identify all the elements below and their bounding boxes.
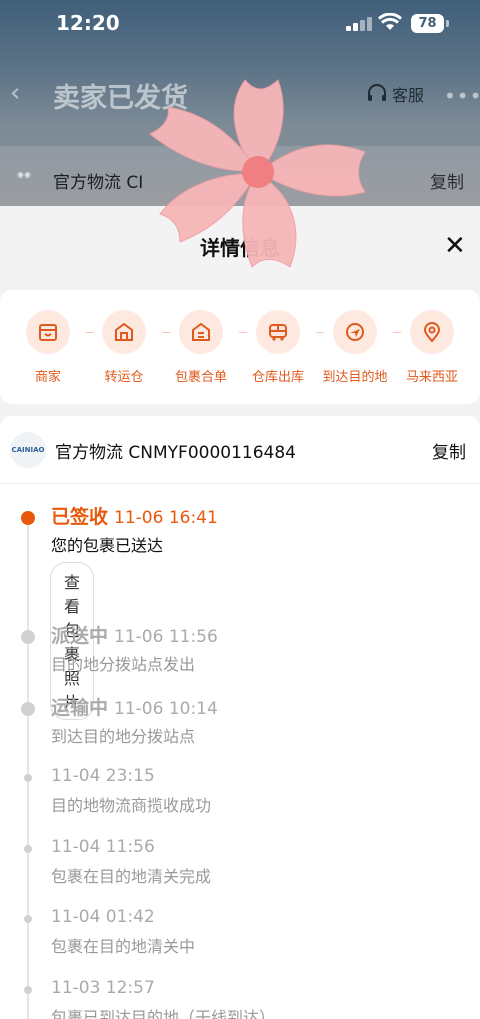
copy-button[interactable]: 复制 — [432, 438, 466, 463]
event-description: 您的包裹已送达 — [51, 536, 164, 555]
event-time: 11-06 10:14 — [114, 699, 218, 719]
timeline-dot — [24, 986, 32, 994]
plane-icon — [333, 310, 377, 354]
event-status: 已签收 — [51, 506, 109, 528]
event-description: 包裹在目的地清关中 — [51, 937, 196, 956]
flower-sticker-overlay — [149, 79, 366, 268]
more-icon[interactable]: ••• — [444, 84, 480, 108]
status-time: 12:20 — [56, 11, 120, 35]
background-card-title: 官方物流 CI — [53, 173, 144, 193]
route-label: 马来西亚 — [405, 370, 458, 385]
timeline-dot — [24, 774, 32, 782]
event-description: 包裹已到达目的地（干线到达） — [51, 1008, 276, 1019]
event-time: 11-06 16:41 — [114, 508, 218, 528]
carrier-logo-icon: ◉◉ — [17, 170, 31, 179]
truck-icon — [256, 310, 300, 354]
route-label: 到达目的地 — [322, 370, 388, 385]
event-status: 运输中 — [51, 697, 109, 719]
route-label: 转运仓 — [104, 370, 144, 385]
timeline-dot-active — [21, 511, 35, 525]
timeline-dot — [21, 630, 35, 644]
event-description: 包裹在目的地清关完成 — [51, 867, 212, 886]
timeline-dot — [24, 915, 32, 923]
route-node-transit-warehouse: 转运仓 — [84, 310, 164, 385]
event-description: 目的地物流商揽收成功 — [51, 796, 212, 815]
timeline-dot — [24, 845, 32, 853]
route-node-destination: 到达目的地 — [315, 310, 395, 385]
location-pin-icon — [410, 310, 454, 354]
route-node-merchant: 商家 — [8, 310, 88, 385]
customer-service-label: 客服 — [392, 86, 425, 105]
event-time: 11-04 23:15 — [51, 766, 155, 786]
timeline-dot — [21, 702, 35, 716]
carrier-row: CAINIAO 官方物流 CNMYF0000116484 复制 — [0, 416, 480, 484]
route-node-malaysia: 马来西亚 — [392, 310, 472, 385]
background-copy-button: 复制 — [430, 173, 464, 193]
warehouse-icon — [102, 310, 146, 354]
battery-indicator: 78 — [411, 14, 444, 33]
battery-cap — [446, 20, 449, 27]
wifi-icon — [378, 13, 402, 30]
event-status: 派送中 — [51, 625, 109, 647]
event-description: 到达目的地分拨站点 — [51, 727, 196, 746]
event-description: 目的地分拨站点发出 — [51, 655, 196, 674]
route-node-consolidation: 包裹合单 — [161, 310, 241, 385]
route-label: 仓库出库 — [251, 370, 304, 385]
close-icon[interactable]: ✕ — [444, 232, 466, 260]
store-icon — [26, 310, 70, 354]
event-time: 11-06 11:56 — [114, 627, 218, 647]
event-time: 11-04 11:56 — [51, 837, 155, 857]
detail-bottom-sheet: 详情信息 ✕ 商家 转运仓 包裹合单 仓库出库 到达目的地 马来西亚 CAINI… — [0, 206, 480, 1019]
event-time: 11-03 12:57 — [51, 978, 155, 998]
route-label: 包裹合单 — [174, 370, 227, 385]
tracking-card: CAINIAO 官方物流 CNMYF0000116484 复制 已签收 11-06… — [0, 416, 480, 1019]
warehouse-icon — [179, 310, 223, 354]
route-node-outbound: 仓库出库 — [238, 310, 318, 385]
route-label: 商家 — [34, 370, 61, 385]
tracking-number: 官方物流 CNMYF0000116484 — [55, 443, 296, 463]
timeline-line — [27, 516, 29, 1019]
chevron-left-icon[interactable]: ‹ — [10, 78, 20, 108]
cainiao-logo-icon: CAINIAO — [10, 432, 46, 468]
status-bar: 12:20 78 — [0, 0, 480, 50]
route-progress-card: 商家 转运仓 包裹合单 仓库出库 到达目的地 马来西亚 — [0, 290, 480, 404]
event-time: 11-04 01:42 — [51, 907, 155, 927]
signal-icon — [346, 15, 372, 31]
